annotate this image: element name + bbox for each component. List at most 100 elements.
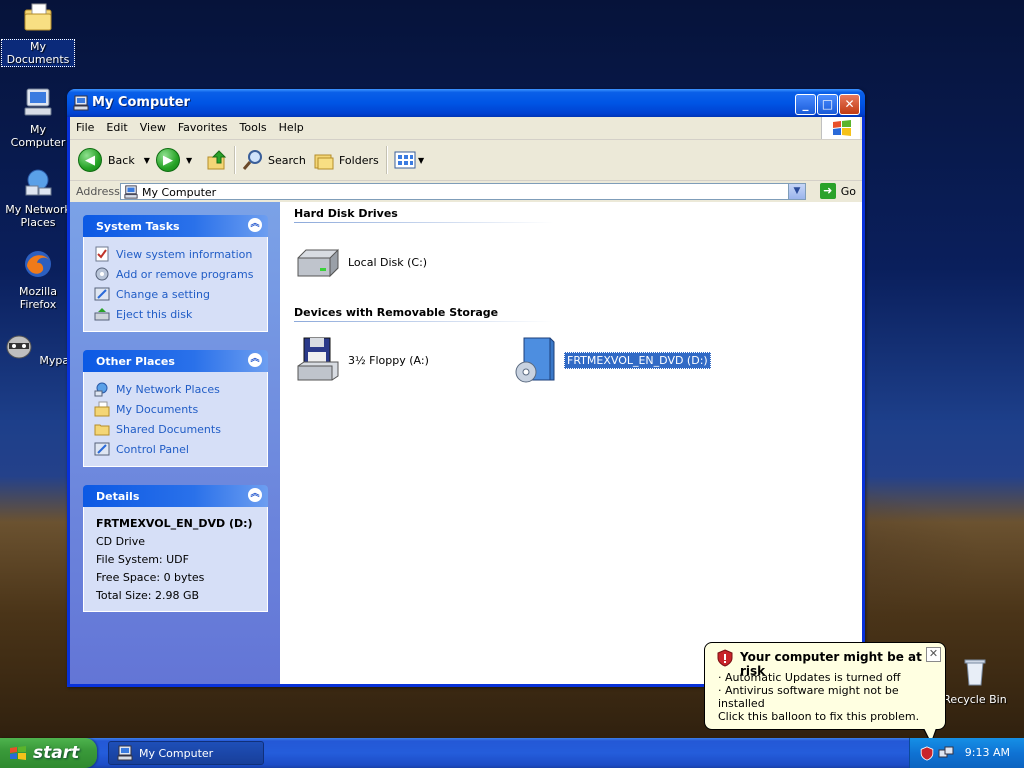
menu-edit[interactable]: Edit bbox=[100, 117, 133, 134]
forward-dropdown-icon[interactable]: ▼ bbox=[186, 156, 192, 165]
place-shared-documents[interactable]: Shared Documents bbox=[94, 419, 257, 439]
search-button[interactable]: Search bbox=[242, 147, 306, 173]
system-tasks-header[interactable]: System Tasks ︽ bbox=[83, 215, 268, 237]
back-button[interactable]: ◀ Back ▼ bbox=[78, 147, 150, 173]
balloon-close-button[interactable]: ✕ bbox=[926, 647, 941, 662]
address-bar: Address My Computer ▼ ➜ Go bbox=[70, 181, 862, 204]
group-title: Hard Disk Drives bbox=[294, 207, 398, 220]
folders-icon bbox=[314, 154, 334, 170]
back-dropdown-icon[interactable]: ▼ bbox=[144, 156, 150, 165]
security-shield-icon bbox=[717, 649, 733, 667]
start-button[interactable]: start bbox=[0, 738, 97, 768]
place-my-network-places[interactable]: My Network Places bbox=[94, 379, 257, 399]
recycle-bin-icon bbox=[964, 659, 986, 686]
drive-local-disk-c[interactable]: Local Disk (C:) bbox=[294, 238, 429, 286]
task-pane: System Tasks ︽ View system information A… bbox=[70, 202, 280, 684]
balloon-line: · Automatic Updates is turned off bbox=[718, 671, 901, 684]
floppy-drive-icon bbox=[297, 337, 339, 381]
toolbar: ◀ Back ▼ ▶ ▼ Search Folders ▼ bbox=[70, 140, 862, 181]
details-type: CD Drive bbox=[96, 535, 145, 548]
go-arrow-icon: ➜ bbox=[819, 183, 836, 199]
details-header[interactable]: Details ︽ bbox=[83, 485, 268, 507]
other-places-header[interactable]: Other Places ︽ bbox=[83, 350, 268, 372]
up-folder-button[interactable] bbox=[206, 147, 228, 173]
task-eject-disk[interactable]: Eject this disk bbox=[94, 304, 257, 324]
task-change-setting[interactable]: Change a setting bbox=[94, 284, 257, 304]
place-control-panel[interactable]: Control Panel bbox=[94, 439, 257, 459]
menu-bar: File Edit View Favorites Tools Help bbox=[70, 117, 862, 140]
menu-help[interactable]: Help bbox=[273, 117, 310, 134]
place-my-documents[interactable]: My Documents bbox=[94, 399, 257, 419]
collapse-chevron-icon[interactable]: ︽ bbox=[248, 353, 262, 367]
security-alert-balloon[interactable]: Your computer might be at risk ✕ · Autom… bbox=[704, 642, 946, 744]
drive-floppy-a[interactable]: 3½ Floppy (A:) bbox=[294, 336, 431, 384]
taskbar-button-my-computer[interactable]: My Computer bbox=[108, 741, 264, 765]
eject-icon bbox=[94, 308, 110, 321]
desktop-icon-firefox[interactable]: Mozilla Firefox bbox=[1, 248, 75, 311]
address-value: My Computer bbox=[142, 186, 217, 199]
system-tasks-body: View system information Add or remove pr… bbox=[83, 237, 268, 332]
task-view-system-information[interactable]: View system information bbox=[94, 244, 257, 264]
go-button[interactable]: ➜ Go bbox=[819, 183, 856, 199]
desktop-icon-my-documents[interactable]: My Documents bbox=[1, 2, 75, 67]
folders-button[interactable]: Folders bbox=[313, 147, 379, 173]
toolbar-separator bbox=[386, 146, 388, 174]
windows-logo bbox=[821, 117, 860, 139]
computer-icon bbox=[24, 88, 52, 116]
close-button[interactable]: ✕ bbox=[839, 94, 860, 115]
task-add-remove-programs[interactable]: Add or remove programs bbox=[94, 264, 257, 284]
folder-documents-icon bbox=[94, 401, 110, 417]
menu-tools[interactable]: Tools bbox=[234, 117, 273, 134]
up-folder-icon bbox=[207, 150, 227, 170]
collapse-chevron-icon[interactable]: ︽ bbox=[248, 488, 262, 502]
group-divider bbox=[294, 222, 554, 223]
system-tasks-panel: System Tasks ︽ View system information A… bbox=[83, 215, 268, 332]
views-dropdown-icon[interactable]: ▼ bbox=[418, 156, 424, 165]
file-view: Hard Disk Drives Local Disk (C:) Devices… bbox=[280, 202, 862, 684]
details-panel: Details ︽ FRTMEXVOL_EN_DVD (D:) CD Drive… bbox=[83, 485, 268, 612]
window-client: File Edit View Favorites Tools Help ◀ Back ▼ … bbox=[70, 117, 862, 684]
toolbar-separator bbox=[234, 146, 236, 174]
system-info-icon bbox=[95, 246, 109, 262]
desktop-icon-my-computer[interactable]: My Computer bbox=[1, 86, 75, 149]
other-places-body: My Network Places My Documents Shared Do… bbox=[83, 372, 268, 467]
desktop-icon-network-places[interactable]: My Network Places bbox=[1, 166, 75, 229]
clock[interactable]: 9:13 AM bbox=[965, 746, 1010, 759]
firefox-icon bbox=[25, 251, 51, 277]
my-computer-window: My Computer _ □ ✕ File Edit View Favorites T… bbox=[67, 89, 865, 687]
balloon-line: · Antivirus software might not be instal… bbox=[718, 684, 899, 710]
computer-icon bbox=[124, 185, 138, 199]
group-title: Devices with Removable Storage bbox=[294, 306, 499, 319]
security-shield-icon[interactable] bbox=[920, 746, 934, 761]
network-connection-icon[interactable] bbox=[938, 746, 954, 760]
window-titlebar[interactable]: My Computer _ □ ✕ bbox=[67, 89, 865, 117]
system-tray: 9:13 AM bbox=[909, 738, 1024, 768]
content-area: System Tasks ︽ View system information A… bbox=[70, 202, 862, 684]
windows-flag-icon bbox=[10, 746, 26, 760]
drive-dvd-d[interactable]: FRTMEXVOL_EN_DVD (D:) bbox=[512, 336, 711, 384]
desktop-icon-mypal[interactable]: Mypal bbox=[1, 330, 75, 367]
group-divider bbox=[294, 321, 554, 322]
forward-button[interactable]: ▶ ▼ bbox=[156, 147, 192, 173]
address-dropdown-button[interactable]: ▼ bbox=[788, 184, 805, 199]
address-input[interactable]: My Computer ▼ bbox=[120, 183, 806, 200]
hard-disk-icon bbox=[297, 248, 339, 278]
maximize-button[interactable]: □ bbox=[817, 94, 838, 115]
network-icon bbox=[94, 382, 108, 397]
minimize-button[interactable]: _ bbox=[795, 94, 816, 115]
desktop-icon-recycle-bin[interactable]: Recycle Bin bbox=[938, 656, 1012, 706]
details-total-size: Total Size: 2.98 GB bbox=[96, 589, 200, 602]
menu-view[interactable]: View bbox=[134, 117, 172, 134]
details-name: FRTMEXVOL_EN_DVD (D:) bbox=[96, 517, 253, 530]
folder-documents-icon bbox=[24, 3, 52, 31]
details-body: FRTMEXVOL_EN_DVD (D:) CD Drive File Syst… bbox=[83, 507, 268, 612]
menu-file[interactable]: File bbox=[70, 117, 100, 134]
views-button[interactable]: ▼ bbox=[394, 147, 424, 173]
computer-icon bbox=[117, 745, 133, 761]
menu-favorites[interactable]: Favorites bbox=[172, 117, 234, 134]
network-icon bbox=[25, 169, 52, 196]
details-free-space: Free Space: 0 bytes bbox=[96, 571, 205, 584]
control-panel-icon bbox=[94, 442, 110, 456]
search-icon bbox=[242, 150, 262, 170]
collapse-chevron-icon[interactable]: ︽ bbox=[248, 218, 262, 232]
